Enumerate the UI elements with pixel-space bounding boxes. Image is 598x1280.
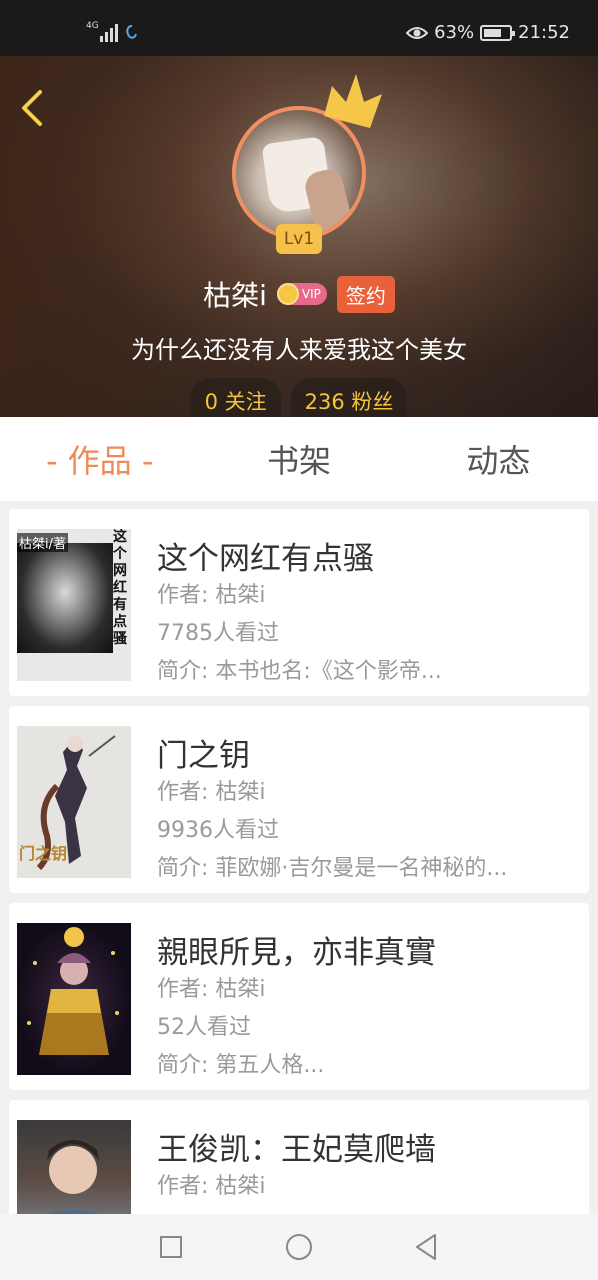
level-badge: Lv1 [276, 224, 322, 254]
book-summary: 简介: 本书也名:《这个影帝... [157, 659, 442, 684]
book-title: 这个网红有点骚 [157, 541, 374, 577]
vip-label: VIP [301, 287, 321, 301]
book-summary: 简介: 菲欧娜·吉尔曼是一名神秘的... [157, 856, 508, 881]
battery-percent: 63% [434, 22, 475, 43]
book-list: 枯桀i/著 这个网红有点骚 这个网红有点骚 作者: 枯桀i 7785人看过 简介… [0, 501, 598, 1214]
notification-icon [126, 25, 137, 39]
profile-bio: 为什么还没有人来爱我这个美女 [131, 336, 467, 364]
status-bar: 4G 63% 21:52 [0, 0, 598, 56]
cover-title-text: 这个网红有点骚 [113, 529, 127, 647]
follow-count[interactable]: 0 关注 [190, 378, 281, 417]
network-type: 4G [86, 21, 99, 31]
vip-crown-icon [276, 283, 299, 305]
book-cover [17, 923, 131, 1075]
book-author: 作者: 枯桀i [157, 1174, 266, 1199]
signed-badge: 签约 [336, 275, 395, 313]
cover-author-text: 枯桀i/著 [17, 533, 68, 552]
book-card[interactable]: 枯桀i/著 这个网红有点骚 这个网红有点骚 作者: 枯桀i 7785人看过 简介… [9, 509, 589, 696]
crown-icon [324, 74, 382, 128]
tab-bar: - 作品 - 书架 动态 [0, 417, 598, 501]
eye-comfort-icon [406, 26, 429, 39]
back-triangle-icon[interactable] [414, 1233, 438, 1261]
book-cover: 枯桀i/著 这个网红有点骚 [17, 529, 131, 681]
back-chevron-icon[interactable] [18, 88, 46, 128]
book-author: 作者: 枯桀i [157, 780, 266, 805]
clock: 21:52 [518, 22, 570, 43]
vip-badge: VIP [276, 283, 327, 305]
fans-count[interactable]: 236 粉丝 [290, 378, 408, 417]
book-cover: 门之钥 [17, 726, 131, 878]
book-title: 王俊凯：王妃莫爬墙 [157, 1132, 436, 1168]
profile-header: Lv1 枯桀i VIP 签约 为什么还没有人来爱我这个美女 0 关注 236 粉… [0, 56, 598, 417]
username: 枯桀i [203, 279, 267, 312]
battery-icon [480, 24, 516, 41]
system-nav-bar [0, 1214, 598, 1280]
tab-activity[interactable]: 动态 [399, 417, 598, 501]
book-cover [17, 1120, 131, 1214]
book-summary: 简介: 第五人格... [157, 1053, 325, 1078]
book-title: 门之钥 [157, 738, 250, 774]
book-author: 作者: 枯桀i [157, 977, 266, 1002]
book-views: 7785人看过 [157, 621, 279, 646]
cover-title-text: 门之钥 [19, 844, 68, 863]
book-card[interactable]: 王俊凯：王妃莫爬墙 作者: 枯桀i [9, 1100, 589, 1214]
book-card[interactable]: 親眼所見，亦非真實 作者: 枯桀i 52人看过 简介: 第五人格... [9, 903, 589, 1090]
book-author: 作者: 枯桀i [157, 583, 266, 608]
signal-icon [100, 24, 120, 42]
recent-apps-square-icon[interactable] [160, 1236, 182, 1258]
tab-bookshelf[interactable]: 书架 [199, 417, 398, 501]
book-views: 52人看过 [157, 1015, 251, 1040]
book-card[interactable]: 门之钥 门之钥 作者: 枯桀i 9936人看过 简介: 菲欧娜·吉尔曼是一名神秘… [9, 706, 589, 893]
tab-works[interactable]: - 作品 - [0, 417, 199, 501]
home-circle-icon[interactable] [286, 1234, 312, 1260]
book-views: 9936人看过 [157, 818, 279, 843]
book-title: 親眼所見，亦非真實 [157, 935, 436, 971]
